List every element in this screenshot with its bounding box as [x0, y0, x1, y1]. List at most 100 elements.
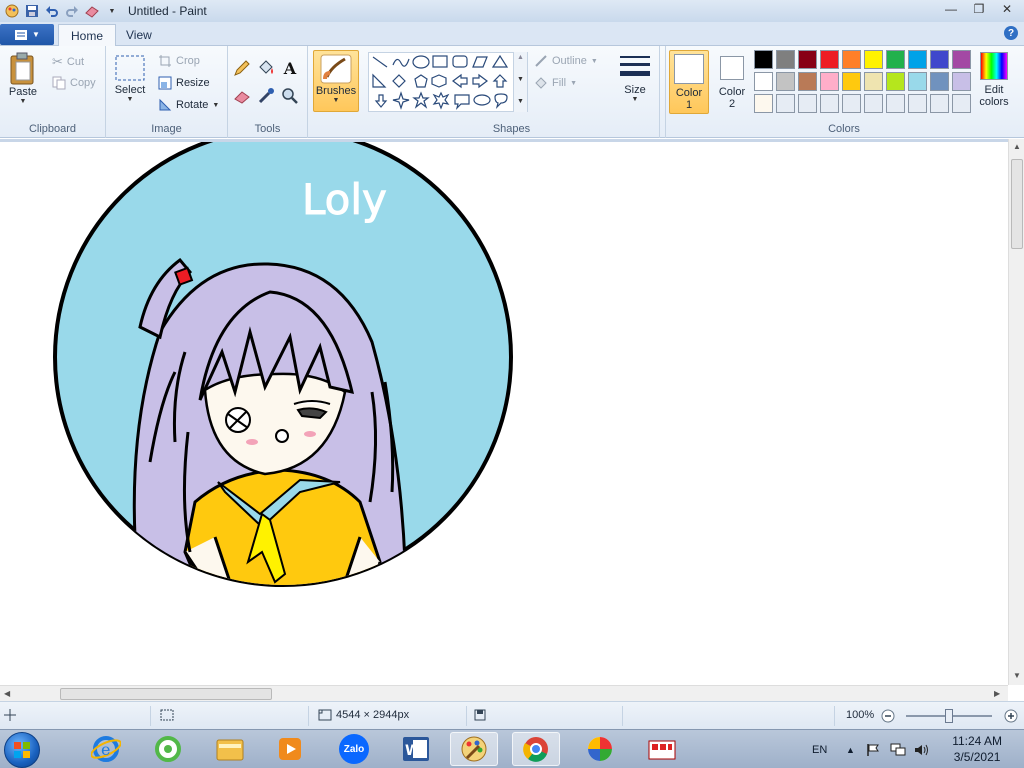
- unikey-icon[interactable]: [638, 732, 686, 766]
- show-hidden-icons[interactable]: ▲: [846, 730, 855, 768]
- color-swatch[interactable]: [886, 72, 905, 91]
- color-swatch[interactable]: [864, 94, 883, 113]
- text-tool-icon[interactable]: A: [280, 58, 300, 78]
- redo-icon[interactable]: [64, 3, 80, 19]
- shapes-label: Shapes: [492, 123, 531, 135]
- color-swatch[interactable]: [952, 72, 971, 91]
- color1-button[interactable]: Color 1: [669, 50, 709, 114]
- crop-button[interactable]: Crop: [158, 54, 200, 68]
- zalo-icon[interactable]: Zalo: [330, 732, 378, 766]
- brushes-button[interactable]: Brushes ▼: [313, 50, 359, 112]
- word-icon[interactable]: W: [392, 732, 440, 766]
- color-swatch[interactable]: [776, 94, 795, 113]
- color-swatch[interactable]: [908, 94, 927, 113]
- color-swatch[interactable]: [930, 50, 949, 69]
- restore-button[interactable]: ❐: [966, 0, 992, 18]
- color-picker-icon[interactable]: [256, 86, 276, 106]
- undo-icon[interactable]: [44, 3, 60, 19]
- close-button[interactable]: ✕: [994, 0, 1020, 18]
- image-size-icon: [318, 709, 332, 721]
- fill-button[interactable]: Fill ▼: [534, 76, 577, 90]
- help-icon[interactable]: ?: [1004, 26, 1018, 40]
- color-swatch[interactable]: [798, 50, 817, 69]
- color-swatch[interactable]: [754, 72, 773, 91]
- scroll-up-icon[interactable]: ▲: [1013, 142, 1021, 151]
- horizontal-scrollbar[interactable]: ◀ ▶: [0, 685, 1008, 701]
- color-swatch[interactable]: [930, 94, 949, 113]
- color-swatch[interactable]: [842, 50, 861, 69]
- color-swatch[interactable]: [886, 50, 905, 69]
- coccoc-icon[interactable]: [144, 732, 192, 766]
- color-swatch[interactable]: [776, 72, 795, 91]
- image-label: Image: [151, 123, 182, 135]
- paint-app-icon[interactable]: [4, 3, 20, 19]
- color-swatch[interactable]: [864, 50, 883, 69]
- outline-button[interactable]: Outline ▼: [534, 54, 598, 68]
- select-button[interactable]: Select ▼: [114, 54, 146, 103]
- cut-button[interactable]: ✂ Cut: [52, 54, 84, 70]
- customize-qat-icon[interactable]: ▼: [104, 3, 120, 19]
- scroll-right-icon[interactable]: ▶: [994, 689, 1000, 698]
- eraser-quick-icon[interactable]: [84, 3, 100, 19]
- color-swatch[interactable]: [754, 50, 773, 69]
- size-button[interactable]: Size ▼: [618, 52, 652, 103]
- magnifier-icon[interactable]: [280, 86, 300, 106]
- clock[interactable]: 11:24 AM 3/5/2021: [952, 733, 1002, 765]
- horizontal-scroll-thumb[interactable]: [60, 688, 272, 700]
- copy-icon: [52, 76, 66, 90]
- zoom-in-button[interactable]: [1004, 709, 1018, 723]
- shapes-scroll[interactable]: ▲ ▼ ▼: [513, 52, 527, 112]
- file-menu-button[interactable]: ▼: [0, 24, 54, 45]
- color-swatch[interactable]: [820, 94, 839, 113]
- copy-button[interactable]: Copy: [52, 76, 96, 90]
- color-app-icon[interactable]: [576, 732, 624, 766]
- chrome-icon[interactable]: [512, 732, 560, 766]
- color-swatch[interactable]: [798, 72, 817, 91]
- color-swatch[interactable]: [842, 72, 861, 91]
- start-button[interactable]: [4, 732, 40, 768]
- tab-home[interactable]: Home: [58, 24, 117, 46]
- paint-taskbar-icon[interactable]: [450, 732, 498, 766]
- pencil-icon[interactable]: [232, 58, 252, 78]
- color-swatch[interactable]: [952, 94, 971, 113]
- fill-bucket-icon[interactable]: [256, 58, 276, 78]
- tab-view[interactable]: View: [114, 24, 164, 46]
- flag-icon[interactable]: [866, 730, 880, 768]
- shapes-gallery[interactable]: [368, 52, 528, 112]
- internet-explorer-icon[interactable]: e: [82, 732, 130, 766]
- edit-colors-button[interactable]: Edit colors: [974, 52, 1014, 108]
- vertical-scroll-thumb[interactable]: [1011, 159, 1023, 249]
- color-swatch[interactable]: [930, 72, 949, 91]
- color2-button[interactable]: Color 2: [712, 50, 752, 114]
- minimize-button[interactable]: —: [938, 0, 964, 18]
- rotate-button[interactable]: Rotate ▼: [158, 98, 219, 112]
- scroll-down-icon[interactable]: ▼: [1013, 671, 1021, 680]
- paste-button[interactable]: Paste ▼: [8, 52, 38, 105]
- color-swatch[interactable]: [952, 50, 971, 69]
- resize-button[interactable]: Resize: [158, 76, 210, 90]
- color-swatch[interactable]: [842, 94, 861, 113]
- zoom-out-button[interactable]: [881, 709, 895, 723]
- mouth: [275, 429, 289, 443]
- vertical-scrollbar[interactable]: ▲ ▼: [1008, 139, 1024, 685]
- color-swatch[interactable]: [820, 50, 839, 69]
- media-player-icon[interactable]: [266, 732, 314, 766]
- color-swatch[interactable]: [886, 94, 905, 113]
- drawing-canvas[interactable]: Loly: [0, 142, 1008, 685]
- language-indicator[interactable]: EN: [812, 730, 827, 768]
- network-icon[interactable]: [890, 730, 906, 768]
- zoom-slider-thumb[interactable]: [945, 709, 953, 723]
- scroll-left-icon[interactable]: ◀: [4, 689, 10, 698]
- color-swatch[interactable]: [776, 50, 795, 69]
- tools-group: A Tools: [228, 46, 308, 138]
- save-icon[interactable]: [24, 3, 40, 19]
- eraser-icon[interactable]: [232, 86, 252, 106]
- color-swatch[interactable]: [864, 72, 883, 91]
- file-explorer-icon[interactable]: [206, 732, 254, 766]
- color-swatch[interactable]: [820, 72, 839, 91]
- volume-icon[interactable]: [914, 730, 930, 768]
- color-swatch[interactable]: [908, 50, 927, 69]
- color-swatch[interactable]: [754, 94, 773, 113]
- color-swatch[interactable]: [908, 72, 927, 91]
- color-swatch[interactable]: [798, 94, 817, 113]
